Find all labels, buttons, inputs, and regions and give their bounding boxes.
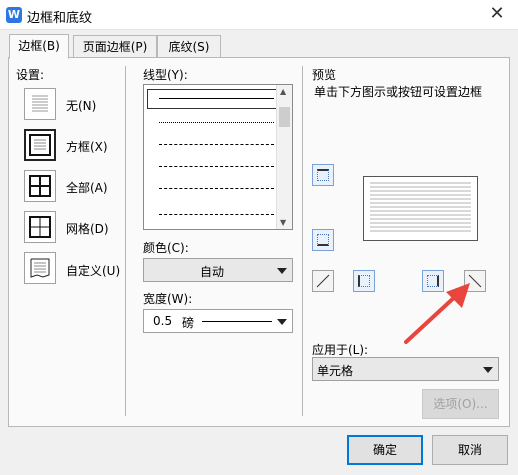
divider-left (125, 66, 126, 416)
preview-page (363, 176, 478, 241)
top-border-button[interactable] (312, 164, 334, 186)
cancel-button[interactable]: 取消 (432, 435, 508, 465)
none-border-icon[interactable] (24, 88, 56, 120)
grid-border-icon[interactable] (24, 211, 56, 243)
linetype-solid[interactable] (159, 98, 274, 99)
setting-none-label[interactable]: 无(N) (66, 97, 96, 114)
width-select[interactable]: 0.5 磅 (143, 309, 293, 333)
options-button[interactable]: 选项(O)... (422, 389, 499, 419)
left-border-button[interactable] (353, 270, 375, 292)
apply-to-label: 应用于(L): (312, 343, 369, 357)
scroll-thumb[interactable] (279, 107, 290, 127)
annotation-arrow-icon (404, 283, 470, 344)
tab-page-borders[interactable]: 页面边框(P) (73, 35, 157, 58)
linetype-selected-frame (147, 89, 277, 109)
scroll-up-icon[interactable]: ▲ (280, 87, 286, 96)
ok-button[interactable]: 确定 (347, 435, 423, 465)
preview-heading: 预览 (312, 68, 337, 82)
linetype-list[interactable]: ▲ ▼ (143, 84, 293, 230)
chevron-down-icon (483, 367, 493, 373)
diagonal-up-button[interactable] (312, 270, 334, 292)
tab-borders[interactable]: 边框(B) (9, 34, 69, 59)
color-value: 自动 (200, 265, 225, 279)
width-unit: 磅 (182, 316, 195, 330)
color-label: 颜色(C): (143, 241, 189, 255)
all-borders-icon[interactable] (24, 170, 56, 202)
setting-custom-label[interactable]: 自定义(U) (66, 262, 120, 279)
linetype-dash-dot[interactable] (159, 188, 274, 189)
title-bar: W 边框和底纹 ✕ (0, 0, 518, 30)
top-border-icon (317, 169, 329, 181)
box-border-icon[interactable] (24, 129, 56, 161)
bottom-border-button[interactable] (312, 229, 334, 251)
custom-border-icon[interactable] (24, 252, 56, 284)
linetype-scrollbar[interactable]: ▲ ▼ (276, 85, 292, 229)
setting-grid-label[interactable]: 网格(D) (66, 220, 109, 237)
preview-hint: 单击下方图示或按钮可设置边框 (314, 85, 483, 99)
linetype-dashed[interactable] (159, 166, 274, 167)
wps-writer-icon: W (6, 7, 22, 23)
diagonal-up-icon (316, 274, 330, 288)
close-icon[interactable]: ✕ (486, 3, 508, 25)
chevron-down-icon (277, 268, 287, 274)
scroll-down-icon[interactable]: ▼ (280, 218, 286, 227)
width-label: 宽度(W): (143, 292, 193, 306)
bottom-border-icon (317, 234, 329, 246)
linetype-dashed-short[interactable] (159, 144, 274, 145)
width-line-sample (202, 321, 272, 322)
linetype-dash-dot-dot[interactable] (159, 214, 274, 215)
linetype-dotted[interactable] (159, 122, 274, 123)
linetype-label: 线型(Y): (143, 68, 188, 82)
width-value: 0.5 (153, 314, 173, 328)
window-title: 边框和底纹 (27, 11, 93, 26)
left-border-icon (358, 275, 370, 287)
chevron-down-icon (277, 319, 287, 325)
apply-to-value: 单元格 (317, 364, 354, 378)
color-select[interactable]: 自动 (143, 258, 293, 282)
divider-right (302, 66, 303, 416)
setting-box-label[interactable]: 方框(X) (66, 138, 108, 155)
settings-heading: 设置: (16, 68, 45, 82)
apply-to-select[interactable]: 单元格 (312, 357, 499, 381)
setting-all-label[interactable]: 全部(A) (66, 179, 108, 196)
tab-shading[interactable]: 底纹(S) (157, 35, 221, 58)
